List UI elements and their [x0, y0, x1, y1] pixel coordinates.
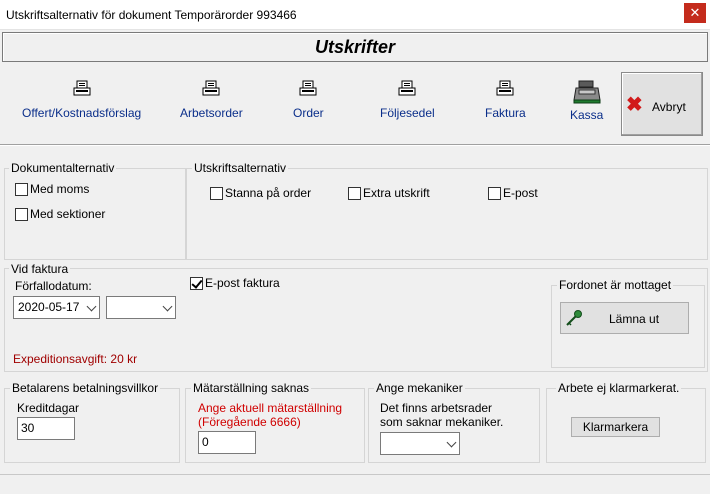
window-title: Utskriftsalternativ för dokument Temporä…	[6, 8, 297, 22]
mekaniker-title: Ange mekaniker	[374, 381, 465, 395]
extra-utskrift-box[interactable]	[348, 186, 361, 200]
matarstallning-input[interactable]: 0	[198, 431, 256, 454]
offert-label: Offert/Kostnadsförslag	[22, 106, 142, 120]
printer-icon	[73, 80, 91, 96]
printer-icon	[496, 80, 514, 96]
page-title: Utskrifter	[314, 37, 396, 57]
mekaniker-info-2: som saknar mekaniker.	[380, 415, 504, 429]
klarmarkera-button[interactable]: Klarmarkera	[571, 417, 660, 437]
med-sektioner-checkbox[interactable]: Med sektioner	[15, 207, 105, 221]
matarstallning-warning-2: (Föregående 6666)	[198, 415, 301, 429]
extra-utskrift-label: Extra utskrift	[363, 186, 430, 200]
med-sektioner-box[interactable]	[15, 207, 28, 221]
extra-utskrift-checkbox[interactable]: Extra utskrift	[348, 186, 430, 200]
chevron-down-icon	[162, 301, 173, 312]
matarstallning-title: Mätarställning saknas	[191, 381, 312, 395]
vid-faktura-title: Vid faktura	[9, 262, 71, 276]
kreditdagar-label: Kreditdagar	[17, 401, 80, 415]
cancel-icon: ✖	[626, 94, 643, 116]
status-bar	[0, 474, 710, 494]
printer-icon	[202, 80, 220, 96]
matarstallning-warning-1: Ange aktuell mätarställning	[198, 401, 343, 415]
printer-icon	[398, 80, 416, 96]
foljesedel-button[interactable]: Följesedel	[380, 80, 435, 120]
lamna-ut-button[interactable]: Lämna ut	[560, 302, 689, 334]
klarmarkering-title: Arbete ej klarmarkerat.	[556, 381, 682, 395]
arbetsorder-label: Arbetsorder	[180, 106, 243, 120]
stanna-pa-order-label: Stanna på order	[225, 186, 312, 200]
kreditdagar-value: 30	[21, 421, 35, 435]
order-button[interactable]: Order	[293, 80, 324, 120]
stanna-pa-order-checkbox[interactable]: Stanna på order	[210, 186, 311, 200]
close-icon: ✕	[689, 5, 701, 20]
forfallodatum-value: 2020-05-17	[18, 300, 80, 314]
avbryt-label: Avbryt	[652, 100, 686, 114]
chevron-down-icon	[86, 301, 97, 312]
epost-checkbox[interactable]: E-post	[488, 186, 538, 200]
lamna-ut-label: Lämna ut	[609, 312, 660, 326]
utskriftsalternativ-group	[186, 168, 708, 260]
epost-faktura-box[interactable]	[190, 276, 203, 290]
order-label: Order	[293, 106, 324, 120]
epost-box[interactable]	[488, 186, 501, 200]
med-sektioner-label: Med sektioner	[30, 207, 106, 221]
klarmarkera-label: Klarmarkera	[582, 420, 649, 434]
expeditionsavgift-text: Expeditionsavgift: 20 kr	[13, 352, 138, 366]
dokumentalternativ-title: Dokumentalternativ	[9, 161, 117, 175]
epost-label: E-post	[503, 186, 538, 200]
print-toolbar: Offert/Kostnadsförslag Arbetsorder Order…	[0, 64, 710, 142]
divider	[0, 144, 710, 146]
title-bar: Utskriftsalternativ för dokument Temporä…	[0, 0, 710, 30]
close-button[interactable]: ✕	[684, 3, 706, 23]
secondary-combo[interactable]	[106, 296, 176, 319]
med-moms-label: Med moms	[30, 182, 90, 196]
utskriftsalternativ-title: Utskriftsalternativ	[192, 161, 289, 175]
stanna-pa-order-box[interactable]	[210, 186, 223, 200]
key-icon	[566, 310, 582, 326]
avbryt-button[interactable]: ✖ Avbryt	[621, 72, 703, 136]
foljesedel-label: Följesedel	[380, 106, 435, 120]
kassa-button[interactable]: Kassa	[570, 80, 603, 122]
mekaniker-combo[interactable]	[380, 432, 460, 455]
matarstallning-value: 0	[202, 435, 209, 449]
forfallodatum-date-picker[interactable]: 2020-05-17	[13, 296, 100, 319]
kassa-label: Kassa	[570, 108, 604, 122]
chevron-down-icon	[446, 437, 457, 448]
printer-icon	[299, 80, 317, 96]
mekaniker-info-1: Det finns arbetsrader	[380, 401, 493, 415]
forfallodatum-label: Förfallodatum:	[15, 279, 92, 293]
kreditdagar-input[interactable]: 30	[17, 417, 75, 440]
faktura-button[interactable]: Faktura	[485, 80, 526, 120]
epost-faktura-label: E-post faktura	[205, 276, 280, 290]
med-moms-checkbox[interactable]: Med moms	[15, 182, 89, 196]
fordonet-title: Fordonet är mottaget	[557, 278, 674, 292]
cash-register-icon	[573, 80, 601, 104]
arbetsorder-button[interactable]: Arbetsorder	[180, 80, 243, 120]
med-moms-box[interactable]	[15, 182, 28, 196]
betalare-title: Betalarens betalningsvillkor	[10, 381, 161, 395]
page-banner: Utskrifter	[2, 32, 708, 62]
faktura-label: Faktura	[485, 106, 526, 120]
epost-faktura-checkbox[interactable]: E-post faktura	[190, 276, 280, 290]
offert-button[interactable]: Offert/Kostnadsförslag	[22, 80, 141, 120]
